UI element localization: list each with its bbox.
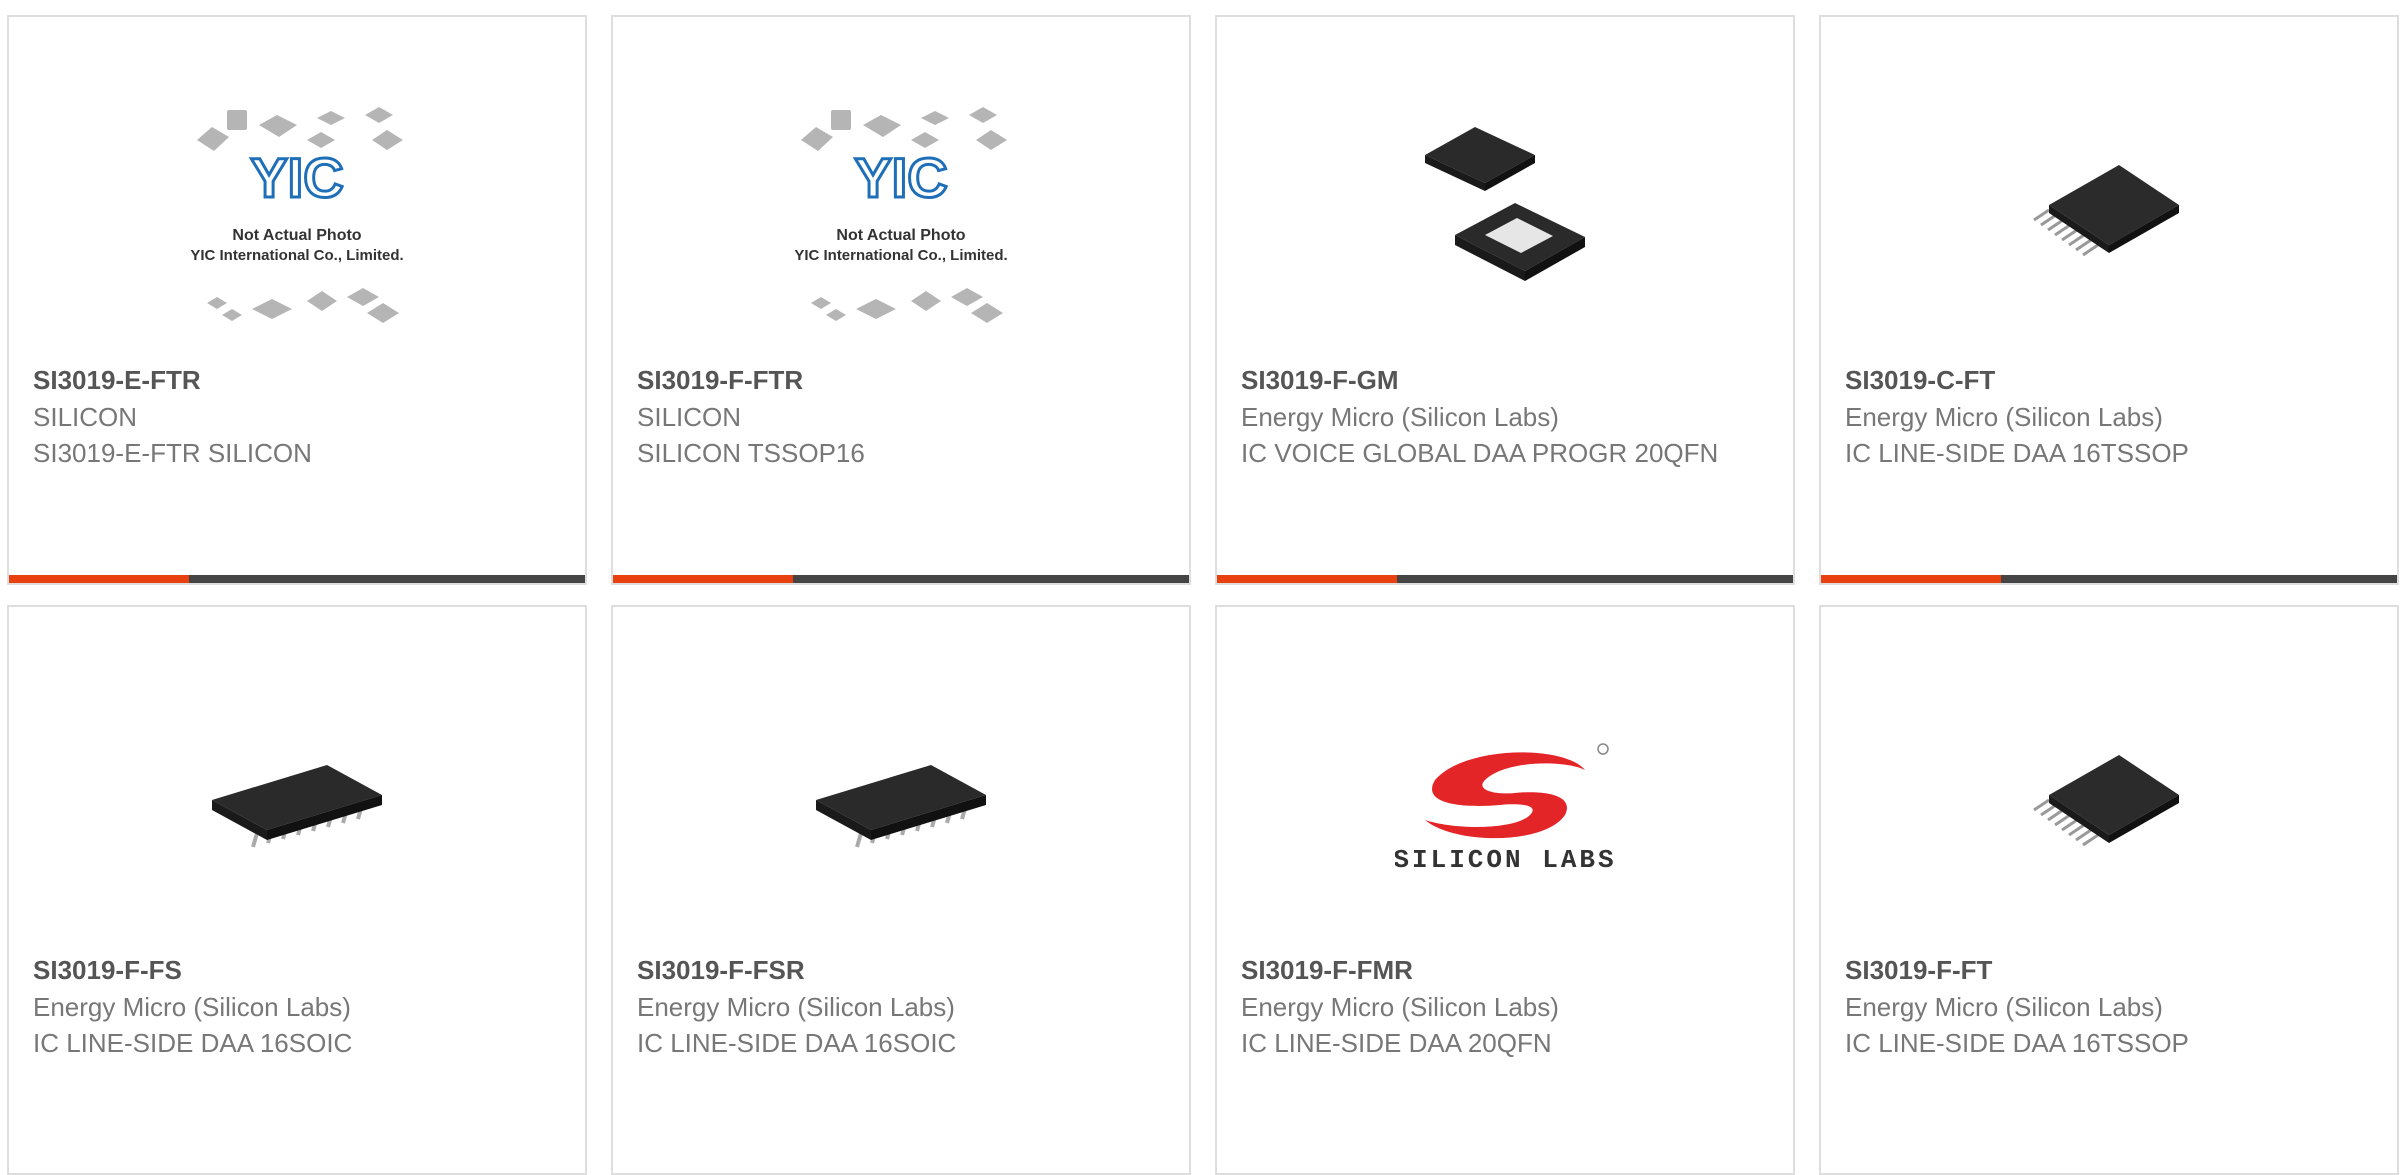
- card-accent-bar: [613, 575, 793, 583]
- svg-text:Not Actual Photo: Not Actual Photo: [232, 227, 361, 244]
- tssop-chip-icon: [1979, 85, 2239, 345]
- card-accent-bar: [1217, 575, 1397, 583]
- product-card[interactable]: SI3019-F-GM Energy Micro (Silicon Labs) …: [1215, 15, 1795, 585]
- part-number[interactable]: SI3019-F-FSR: [637, 951, 1165, 989]
- card-accent-bar: [9, 575, 189, 583]
- tssop-chip-icon: [1979, 675, 2239, 935]
- manufacturer: Energy Micro (Silicon Labs): [1241, 992, 1559, 1022]
- not-actual-photo-icon: YIC Not Actual Photo YIC International C…: [167, 85, 427, 345]
- svg-text:YIC International Co., Limited: YIC International Co., Limited.: [190, 247, 403, 264]
- description: IC LINE-SIDE DAA 16TSSOP: [1845, 1028, 2189, 1058]
- description: IC LINE-SIDE DAA 16TSSOP: [1845, 438, 2189, 468]
- card-bottom-bar: [9, 575, 585, 583]
- card-bottom-bar: [613, 575, 1189, 583]
- qfn-chip-icon: [1375, 85, 1635, 345]
- part-number[interactable]: SI3019-C-FT: [1845, 361, 2373, 399]
- manufacturer: SILICON: [637, 402, 742, 432]
- manufacturer: Energy Micro (Silicon Labs): [1845, 402, 2163, 432]
- manufacturer: SILICON: [33, 402, 138, 432]
- product-card[interactable]: YIC Not Actual Photo YIC International C…: [7, 15, 587, 585]
- manufacturer: Energy Micro (Silicon Labs): [1845, 992, 2163, 1022]
- card-accent-bar: [1821, 575, 2001, 583]
- silicon-labs-logo: SILICON LABS: [1375, 675, 1635, 935]
- product-card[interactable]: SILICON LABS SI3019-F-FMR Energy Micro (…: [1215, 605, 1795, 1175]
- manufacturer: Energy Micro (Silicon Labs): [33, 992, 351, 1022]
- part-number[interactable]: SI3019-F-GM: [1241, 361, 1769, 399]
- svg-text:Not Actual Photo: Not Actual Photo: [836, 227, 965, 244]
- manufacturer: Energy Micro (Silicon Labs): [637, 992, 955, 1022]
- manufacturer: Energy Micro (Silicon Labs): [1241, 402, 1559, 432]
- product-card[interactable]: SI3019-C-FT Energy Micro (Silicon Labs) …: [1819, 15, 2399, 585]
- description: IC VOICE GLOBAL DAA PROGR 20QFN: [1241, 438, 1719, 468]
- part-number[interactable]: SI3019-F-FMR: [1241, 951, 1769, 989]
- description: SILICON TSSOP16: [637, 438, 865, 468]
- product-card[interactable]: SI3019-F-FS Energy Micro (Silicon Labs) …: [7, 605, 587, 1175]
- svg-text:YIC: YIC: [854, 146, 947, 209]
- description: IC LINE-SIDE DAA 16SOIC: [637, 1028, 957, 1058]
- description: IC LINE-SIDE DAA 16SOIC: [33, 1028, 353, 1058]
- card-bottom-bar: [1217, 575, 1793, 583]
- description: IC LINE-SIDE DAA 20QFN: [1241, 1028, 1552, 1058]
- product-card[interactable]: SI3019-F-FSR Energy Micro (Silicon Labs)…: [611, 605, 1191, 1175]
- soic-chip-icon: [167, 675, 427, 935]
- product-card[interactable]: SI3019-F-FT Energy Micro (Silicon Labs) …: [1819, 605, 2399, 1175]
- part-number[interactable]: SI3019-F-FT: [1845, 951, 2373, 989]
- svg-text:YIC International Co., Limited: YIC International Co., Limited.: [794, 247, 1007, 264]
- part-number[interactable]: SI3019-E-FTR: [33, 361, 561, 399]
- card-bottom-bar: [1821, 575, 2397, 583]
- part-number[interactable]: SI3019-F-FTR: [637, 361, 1165, 399]
- product-card[interactable]: YIC Not Actual Photo YIC International C…: [611, 15, 1191, 585]
- part-number[interactable]: SI3019-F-FS: [33, 951, 561, 989]
- not-actual-photo-icon: YIC Not Actual Photo YIC International C…: [771, 85, 1031, 345]
- soic-chip-icon: [771, 675, 1031, 935]
- svg-text:SILICON LABS: SILICON LABS: [1395, 845, 1615, 875]
- svg-text:YIC: YIC: [250, 146, 343, 209]
- description: SI3019-E-FTR SILICON: [33, 438, 312, 468]
